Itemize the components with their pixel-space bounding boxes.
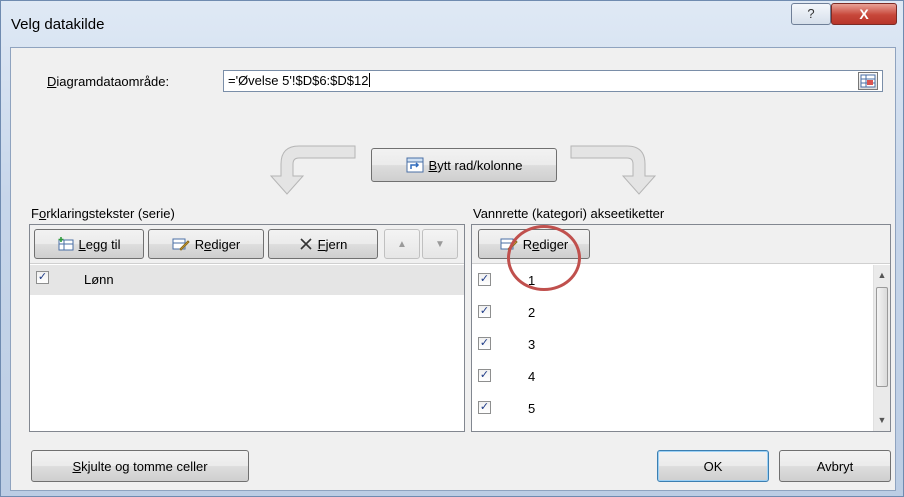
remove-series-button[interactable]: Fjern xyxy=(268,229,378,259)
category-label: 2 xyxy=(528,305,536,320)
category-list-item[interactable]: ✓ 1 xyxy=(472,265,890,295)
dialog-body: Diagramdataområde: ='Øvelse 5'!$D$6:$D$1… xyxy=(10,47,896,491)
scroll-thumb[interactable] xyxy=(876,287,888,387)
cancel-button[interactable]: Avbryt xyxy=(779,450,891,482)
category-scrollbar[interactable]: ▲ ▼ xyxy=(873,265,890,431)
edit-category-button[interactable]: Rediger xyxy=(478,229,590,259)
close-button[interactable]: X xyxy=(831,3,897,25)
chart-data-range-input[interactable]: ='Øvelse 5'!$D$6:$D$12 xyxy=(223,70,883,92)
category-checkbox[interactable]: ✓ xyxy=(478,273,491,286)
help-button[interactable]: ? xyxy=(791,3,831,25)
category-list-item[interactable]: ✓ 4 xyxy=(472,361,890,391)
add-table-icon xyxy=(58,237,74,251)
category-checkbox[interactable]: ✓ xyxy=(478,369,491,382)
category-list-item[interactable]: ✓ 2 xyxy=(472,297,890,327)
title-bar[interactable]: Velg datakilde ? X xyxy=(1,1,904,47)
move-down-button[interactable]: ▼ xyxy=(422,229,458,259)
left-curved-arrow-icon xyxy=(269,145,356,195)
category-label: 1 xyxy=(528,273,536,288)
series-list-panel: Legg til Rediger Fjern ▲ ▼ ✓ Lønn xyxy=(29,224,465,432)
collapse-range-button[interactable] xyxy=(858,72,878,90)
category-label: 5 xyxy=(528,401,536,416)
dialog-title: Velg datakilde xyxy=(11,16,105,33)
category-checkbox[interactable]: ✓ xyxy=(478,305,491,318)
ok-button[interactable]: OK xyxy=(657,450,769,482)
move-up-button[interactable]: ▲ xyxy=(384,229,420,259)
series-name: Lønn xyxy=(84,272,114,287)
category-list-item[interactable]: ✓ 5 xyxy=(472,393,890,423)
hidden-empty-cells-button[interactable]: Skjulte og tomme celler xyxy=(31,450,249,482)
category-checkbox[interactable]: ✓ xyxy=(478,337,491,350)
scroll-up-arrow-icon[interactable]: ▲ xyxy=(874,267,890,284)
switch-row-column-icon xyxy=(406,157,424,173)
category-toolbar: Rediger xyxy=(472,225,890,264)
text-caret xyxy=(369,73,371,87)
add-series-button[interactable]: Legg til xyxy=(34,229,144,259)
series-toolbar: Legg til Rediger Fjern ▲ ▼ xyxy=(30,225,464,264)
edit-table-icon xyxy=(500,238,518,251)
remove-x-icon xyxy=(300,238,312,250)
category-checkbox[interactable]: ✓ xyxy=(478,401,491,414)
dialog-window: Velg datakilde ? X Diagramdataområde: ='… xyxy=(0,0,904,497)
category-heading: Vannrette (kategori) akseetiketter xyxy=(473,206,665,221)
switch-row-column-button[interactable]: Bytt rad/kolonne xyxy=(371,148,557,182)
category-label: 4 xyxy=(528,369,536,384)
category-list-item[interactable]: ✓ 3 xyxy=(472,329,890,359)
right-curved-arrow-icon xyxy=(570,145,657,195)
edit-series-button[interactable]: Rediger xyxy=(148,229,264,259)
range-label: Diagramdataområde: xyxy=(47,74,170,89)
range-selector-icon xyxy=(860,74,876,88)
category-list-panel: Rediger ✓ 1 ✓ 2 ✓ 3 ✓ 4 ✓ 5 ▲ ▼ xyxy=(471,224,891,432)
category-label: 3 xyxy=(528,337,536,352)
edit-table-icon xyxy=(172,238,190,251)
series-heading: Forklaringstekster (serie) xyxy=(31,206,175,221)
series-list-item[interactable]: ✓ Lønn xyxy=(30,265,464,295)
scroll-down-arrow-icon[interactable]: ▼ xyxy=(874,412,890,429)
series-checkbox[interactable]: ✓ xyxy=(36,271,49,284)
